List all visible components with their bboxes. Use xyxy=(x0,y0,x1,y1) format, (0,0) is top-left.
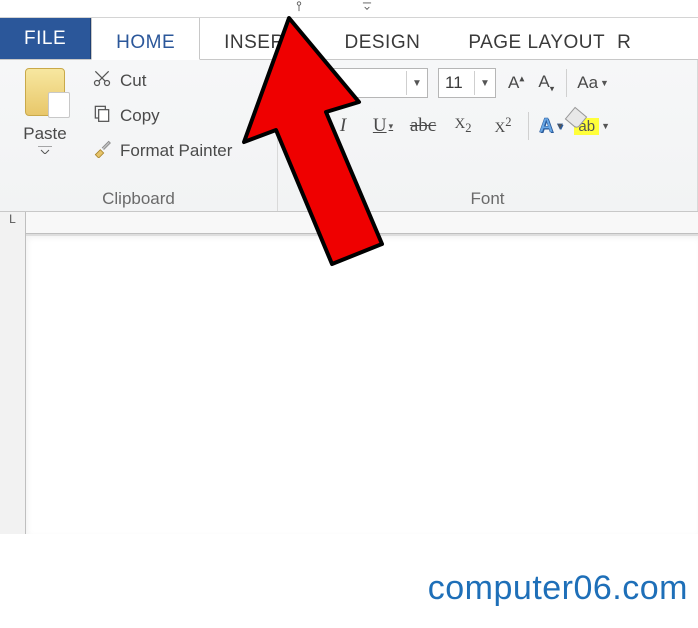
touch-mode-icon[interactable] xyxy=(290,0,308,17)
highlight-button[interactable]: ab ▼ xyxy=(574,118,610,135)
cut-label: Cut xyxy=(120,71,146,91)
subscript-button[interactable]: X2 xyxy=(448,116,478,136)
ruler-area: L xyxy=(0,212,698,234)
font-group-label: Font xyxy=(288,185,687,209)
highlighter-icon: ab xyxy=(574,118,599,135)
quick-access-toolbar xyxy=(0,0,698,18)
document-area xyxy=(0,234,698,534)
tab-design[interactable]: DESIGN xyxy=(320,18,444,59)
strikethrough-button[interactable]: abc xyxy=(408,115,438,137)
ribbon: Paste Cut Copy xyxy=(0,60,698,212)
qat-dropdown-icon[interactable] xyxy=(358,0,376,17)
text-effects-button[interactable]: A ▼ xyxy=(539,115,564,138)
font-size-combo[interactable]: 11 ▼ xyxy=(438,68,496,98)
tab-file[interactable]: FILE xyxy=(0,18,91,59)
copy-label: Copy xyxy=(120,106,160,126)
tab-insert[interactable]: INSERT xyxy=(200,18,320,59)
underline-button[interactable]: U ▾ xyxy=(368,115,398,137)
italic-button[interactable]: I xyxy=(328,115,358,137)
paste-icon xyxy=(25,68,65,116)
watermark-text: computer06.com xyxy=(428,569,688,608)
chevron-down-icon[interactable]: ▼ xyxy=(407,78,427,89)
chevron-down-icon: ▼ xyxy=(601,121,610,131)
paste-button[interactable]: Paste xyxy=(10,66,80,157)
clipboard-group-label: Clipboard xyxy=(10,185,267,209)
copy-button[interactable]: Copy xyxy=(92,103,232,128)
chevron-down-icon[interactable]: ▼ xyxy=(475,78,495,89)
vertical-ruler[interactable] xyxy=(0,234,26,534)
change-case-button[interactable]: Aa ▼ xyxy=(577,73,609,93)
tab-home[interactable]: HOME xyxy=(91,18,200,60)
paintbrush-icon xyxy=(92,138,112,163)
cut-button[interactable]: Cut xyxy=(92,68,232,93)
format-painter-button[interactable]: Format Painter xyxy=(92,138,232,163)
tab-stop-selector[interactable]: L xyxy=(0,212,26,234)
separator xyxy=(566,69,567,97)
paste-dropdown-icon[interactable] xyxy=(36,145,54,157)
ribbon-tabs: FILE HOME INSERT DESIGN PAGE LAYOUT R xyxy=(0,18,698,60)
group-font: ew Ro ▼ 11 ▼ A▴ A▾ Aa ▼ xyxy=(278,60,698,211)
font-name-value: ew Ro xyxy=(289,71,407,95)
page-canvas[interactable] xyxy=(26,234,698,534)
chevron-down-icon: ▾ xyxy=(389,121,394,132)
superscript-button[interactable]: X2 xyxy=(488,115,518,137)
bold-button[interactable]: B xyxy=(288,115,318,137)
copy-icon xyxy=(92,103,112,128)
group-clipboard: Paste Cut Copy xyxy=(0,60,278,211)
scissors-icon xyxy=(92,68,112,93)
chevron-down-icon: ▼ xyxy=(555,121,564,131)
chevron-down-icon: ▼ xyxy=(600,78,609,88)
format-painter-label: Format Painter xyxy=(120,141,232,161)
horizontal-ruler[interactable] xyxy=(26,212,698,234)
font-size-value: 11 xyxy=(439,71,475,95)
paste-label: Paste xyxy=(23,124,66,144)
tab-references-partial[interactable]: R xyxy=(611,18,631,59)
grow-font-button[interactable]: A▴ xyxy=(506,73,526,93)
tab-page-layout[interactable]: PAGE LAYOUT xyxy=(444,18,611,59)
font-name-combo[interactable]: ew Ro ▼ xyxy=(288,68,428,98)
separator xyxy=(528,112,529,140)
shrink-font-button[interactable]: A▾ xyxy=(536,72,556,94)
